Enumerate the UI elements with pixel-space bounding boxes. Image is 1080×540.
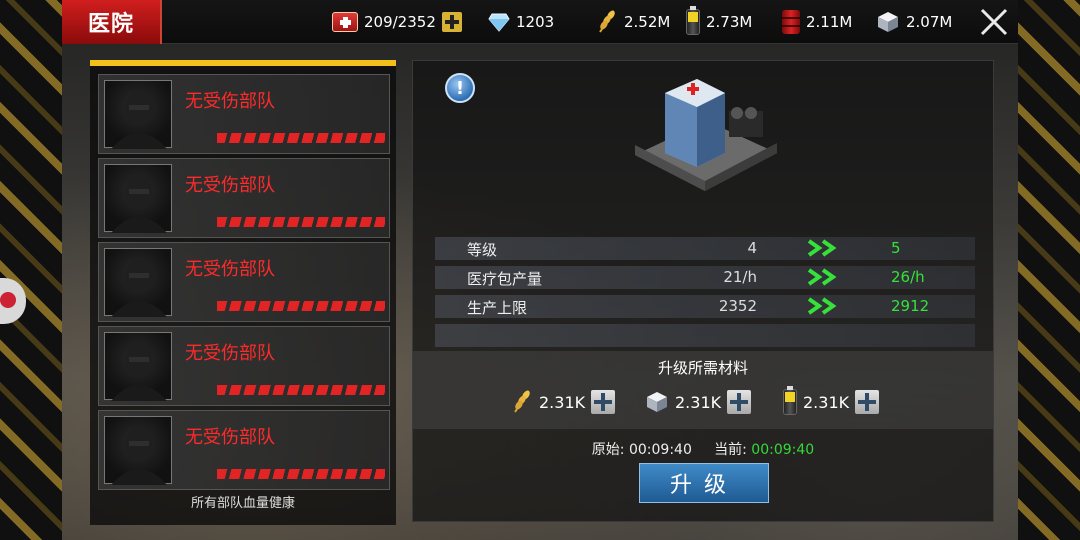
add-energy-button[interactable]	[855, 390, 880, 414]
table-row: 生产上限 2352 2912	[435, 295, 975, 318]
resource-diamonds: 1203	[488, 0, 554, 44]
material-steel: 2.31K	[645, 385, 752, 419]
top-bar: 医院 209/2352 1203 2.52M 2.73M 2.11M 2.07M	[62, 0, 1018, 44]
current-time: 00:09:40	[751, 442, 815, 458]
material-amount: 2.31K	[803, 392, 850, 412]
current-time-label: 当前:	[714, 442, 747, 458]
health-bar	[217, 385, 385, 395]
troop-status: 无受伤部队	[185, 175, 275, 196]
resource-value: 2.52M	[624, 13, 671, 31]
add-steel-button[interactable]	[727, 390, 752, 414]
list-item[interactable]: 无受伤部队	[98, 410, 390, 490]
soldier-portrait-icon	[104, 332, 172, 401]
resource-food: 2.52M	[596, 0, 670, 44]
steel-cube-icon	[878, 12, 898, 32]
stats-table: 等级 4 5 医疗包产量 21/h 26/h 生产上限 2352 2912	[435, 237, 975, 353]
hazard-stripe-left	[0, 0, 62, 540]
material-amount: 2.31K	[675, 392, 722, 412]
double-chevron-right-icon	[807, 239, 837, 257]
upgrade-materials: 升级所需材料 2.31K 2.31K 2.31K	[413, 351, 993, 429]
soldier-portrait-icon	[104, 416, 172, 485]
troop-status: 无受伤部队	[185, 427, 275, 448]
troop-status: 无受伤部队	[185, 343, 275, 364]
resource-medkits: 209/2352	[332, 0, 462, 44]
resource-value: 2.11M	[806, 13, 853, 31]
stat-current: 21/h	[723, 268, 757, 286]
troop-status: 无受伤部队	[185, 91, 275, 112]
material-food: 2.31K	[511, 385, 616, 419]
hazard-stripe-right	[1018, 0, 1080, 540]
list-item[interactable]: 无受伤部队	[98, 242, 390, 322]
troop-list: 无受伤部队 无受伤部队 无受伤部队 无受伤部队 无受伤部队	[98, 74, 390, 494]
soldier-portrait-icon	[104, 248, 172, 317]
resource-value: 2.73M	[706, 13, 753, 31]
soldier-portrait-icon	[104, 164, 172, 233]
stat-label: 等级	[467, 241, 498, 259]
table-row-empty	[435, 324, 975, 347]
oil-barrel-icon	[782, 10, 800, 34]
add-food-button[interactable]	[591, 390, 616, 414]
upgrade-button[interactable]: 升级	[639, 463, 769, 503]
wheat-icon	[514, 390, 530, 413]
wheat-icon	[599, 10, 615, 33]
list-item[interactable]: 无受伤部队	[98, 74, 390, 154]
list-item[interactable]: 无受伤部队	[98, 158, 390, 238]
double-chevron-right-icon	[807, 268, 837, 286]
stat-current: 2352	[718, 297, 757, 315]
wounded-troops-panel: 无受伤部队 无受伤部队 无受伤部队 无受伤部队 无受伤部队 所有部队血量健康	[90, 60, 396, 525]
resource-value: 209/2352	[364, 13, 436, 31]
hospital-building-icon	[635, 79, 777, 191]
health-bar	[217, 133, 385, 143]
stat-label: 医疗包产量	[467, 270, 543, 288]
info-button[interactable]: !	[445, 73, 475, 103]
upgrade-time: 原始: 00:09:40 当前: 00:09:40	[413, 439, 993, 459]
resource-energy: 2.73M	[686, 0, 752, 44]
materials-title: 升级所需材料	[657, 359, 748, 377]
steel-cube-icon	[647, 392, 667, 412]
list-item[interactable]: 无受伤部队	[98, 326, 390, 406]
stat-next: 26/h	[891, 268, 925, 286]
battery-icon	[686, 6, 700, 35]
page-title: 医院	[87, 12, 134, 37]
add-medkits-icon[interactable]	[441, 12, 462, 32]
resource-value: 2.07M	[906, 13, 953, 31]
resource-steel: 2.07M	[876, 0, 952, 44]
table-row: 医疗包产量 21/h 26/h	[435, 266, 975, 289]
resource-oil: 2.11M	[782, 0, 852, 44]
title-tab: 医院	[62, 0, 162, 44]
battery-icon	[783, 386, 797, 415]
soldier-portrait-icon	[104, 80, 172, 149]
health-summary: 所有部队血量健康	[190, 496, 295, 511]
stat-next: 2912	[891, 297, 930, 315]
medkit-icon	[332, 12, 358, 32]
close-icon[interactable]	[978, 6, 1010, 38]
health-bar	[217, 217, 385, 227]
upgrade-panel: ! 等级 4 5 医疗包产量 21/h 26/h 生产上限 2352 2912 …	[412, 60, 994, 522]
troop-status: 无受伤部队	[185, 259, 275, 280]
table-row: 等级 4 5	[435, 237, 975, 260]
health-bar	[217, 301, 385, 311]
material-energy: 2.31K	[783, 385, 880, 419]
material-amount: 2.31K	[539, 392, 586, 412]
double-chevron-right-icon	[807, 297, 837, 315]
original-time-label: 原始:	[591, 442, 625, 458]
diamond-icon	[488, 13, 510, 32]
original-time: 00:09:40	[628, 442, 692, 458]
health-bar	[217, 469, 385, 479]
resource-value: 1203	[516, 13, 555, 31]
stat-label: 生产上限	[467, 299, 528, 317]
stat-current: 4	[747, 239, 757, 257]
stat-next: 5	[891, 239, 901, 257]
